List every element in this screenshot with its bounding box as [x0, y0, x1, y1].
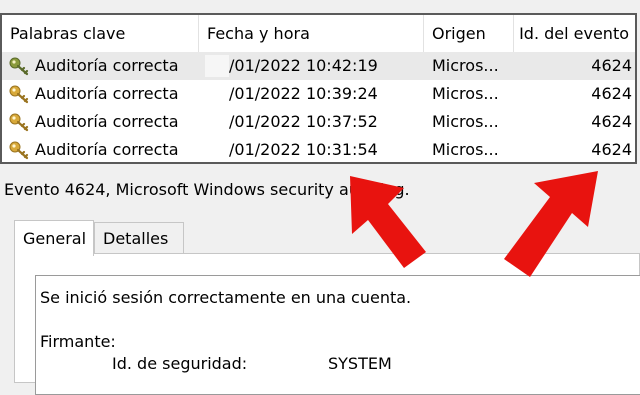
- red-arrow-icon: [350, 176, 426, 268]
- column-header-bar: Palabras clave Fecha y hora Origen Id. d…: [2, 15, 635, 52]
- event-list[interactable]: Palabras clave Fecha y hora Origen Id. d…: [0, 13, 637, 164]
- event-row[interactable]: Auditoría correcta /01/2022 10:42:19 Mic…: [2, 52, 635, 80]
- row-keyword: Auditoría correcta: [35, 140, 179, 159]
- row-keyword: Auditoría correcta: [35, 56, 179, 75]
- row-event-id: 4624: [591, 112, 632, 131]
- column-header-source[interactable]: Origen: [424, 15, 514, 52]
- key-icon: [9, 141, 29, 160]
- row-source: Micros...: [432, 56, 499, 75]
- tab-general[interactable]: General: [14, 220, 94, 256]
- security-id-label: Id. de seguridad:: [112, 354, 248, 373]
- security-id-value: SYSTEM: [328, 354, 392, 373]
- row-event-id: 4624: [591, 140, 632, 159]
- row-datetime: /01/2022 10:37:52: [229, 112, 378, 131]
- event-row[interactable]: Auditoría correcta /01/2022 10:37:52 Mic…: [2, 108, 635, 136]
- row-event-id: 4624: [591, 84, 632, 103]
- row-event-id: 4624: [591, 56, 632, 75]
- row-source: Micros...: [432, 140, 499, 159]
- signer-label: Firmante:: [40, 332, 116, 351]
- event-description[interactable]: Se inició sesión correctamente en una cu…: [35, 275, 640, 395]
- column-header-datetime[interactable]: Fecha y hora: [199, 15, 424, 52]
- row-keyword: Auditoría correcta: [35, 84, 179, 103]
- key-icon: [9, 113, 29, 132]
- event-row[interactable]: Auditoría correcta /01/2022 10:39:24 Mic…: [2, 80, 635, 108]
- row-datetime: /01/2022 10:31:54: [229, 140, 378, 159]
- event-row[interactable]: Auditoría correcta /01/2022 10:31:54 Mic…: [2, 136, 635, 162]
- red-arrow-icon: [504, 171, 598, 277]
- tab-details[interactable]: Detalles: [94, 222, 184, 254]
- description-line: Se inició sesión correctamente en una cu…: [40, 288, 412, 307]
- key-icon: [9, 57, 29, 76]
- row-source: Micros...: [432, 112, 499, 131]
- key-icon: [9, 85, 29, 104]
- row-keyword: Auditoría correcta: [35, 112, 179, 131]
- column-header-keywords[interactable]: Palabras clave: [2, 15, 199, 52]
- row-source: Micros...: [432, 84, 499, 103]
- row-datetime: /01/2022 10:39:24: [229, 84, 378, 103]
- column-header-event-id[interactable]: Id. del evento: [514, 15, 635, 52]
- row-datetime: /01/2022 10:42:19: [229, 56, 378, 75]
- redaction-mask: [205, 55, 229, 77]
